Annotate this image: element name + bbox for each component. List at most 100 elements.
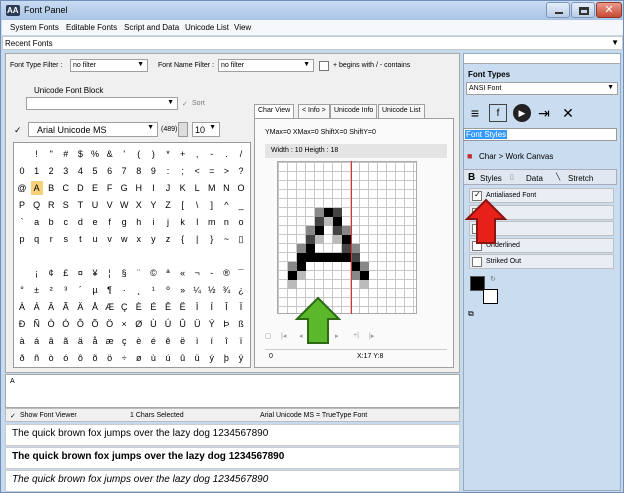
- char-cell[interactable]: §: [118, 266, 130, 280]
- import-icon[interactable]: ⇥: [535, 104, 553, 122]
- font-type-filter-select[interactable]: no filter ▼: [70, 59, 148, 72]
- char-cell[interactable]: U: [89, 198, 101, 212]
- glyph-pixel[interactable]: [297, 262, 306, 271]
- char-cell[interactable]: ù: [147, 351, 159, 365]
- char-cell[interactable]: [16, 147, 28, 161]
- char-cell[interactable]: 4: [74, 164, 86, 178]
- char-cell[interactable]: 1: [31, 164, 43, 178]
- char-cell[interactable]: 0: [16, 164, 28, 178]
- char-cell[interactable]: [89, 249, 101, 263]
- char-cell[interactable]: n: [220, 215, 232, 229]
- char-cell[interactable]: [31, 249, 43, 263]
- char-cell[interactable]: [104, 249, 116, 263]
- char-cell[interactable]: %: [89, 147, 101, 161]
- char-cell[interactable]: ä: [74, 334, 86, 348]
- char-cell[interactable]: [60, 249, 72, 263]
- char-cell[interactable]: /: [235, 147, 247, 161]
- char-cell[interactable]: ×: [118, 317, 130, 331]
- tab-info[interactable]: < Info >: [298, 104, 330, 118]
- char-cell[interactable]: $: [74, 147, 86, 161]
- char-cell[interactable]: t: [74, 232, 86, 246]
- char-cell[interactable]: ú: [162, 351, 174, 365]
- char-cell[interactable]: ;: [177, 164, 189, 178]
- char-to-canvas-button[interactable]: Char > Work Canvas: [479, 152, 553, 161]
- glyph-pixel[interactable]: [315, 208, 324, 217]
- glyph-pixel[interactable]: [342, 226, 351, 235]
- char-cell[interactable]: Þ: [220, 317, 232, 331]
- char-cell[interactable]: y: [147, 232, 159, 246]
- swap-colors-icon[interactable]: ↻: [490, 275, 496, 283]
- tab-stretch[interactable]: Stretch: [568, 174, 593, 183]
- char-cell[interactable]: r: [45, 232, 57, 246]
- unicode-block-select[interactable]: ▼: [26, 97, 178, 110]
- font-styles-field[interactable]: Font Styles: [463, 128, 617, 141]
- glyph-pixel[interactable]: [306, 244, 315, 253]
- glyph-pixel[interactable]: [297, 253, 306, 262]
- char-cell[interactable]: Ø: [133, 317, 145, 331]
- char-cell[interactable]: Z: [162, 198, 174, 212]
- char-cell[interactable]: ê: [162, 334, 174, 348]
- char-cell[interactable]: æ: [104, 334, 116, 348]
- char-cell[interactable]: å: [89, 334, 101, 348]
- char-cell[interactable]: â: [45, 334, 57, 348]
- char-cell[interactable]: Đ: [16, 317, 28, 331]
- glyph-pixel[interactable]: [333, 226, 342, 235]
- char-cell[interactable]: x: [133, 232, 145, 246]
- char-cell[interactable]: Ý: [206, 317, 218, 331]
- char-cell[interactable]: ë: [177, 334, 189, 348]
- glyph-pixel[interactable]: [342, 244, 351, 253]
- glyph-pixel[interactable]: [342, 235, 351, 244]
- char-cell[interactable]: Q: [31, 198, 43, 212]
- tab-data[interactable]: Data: [526, 174, 543, 183]
- menu-script-data[interactable]: Script and Data: [124, 23, 179, 32]
- glyph-pixel[interactable]: [351, 244, 360, 253]
- char-cell[interactable]: ®: [220, 266, 232, 280]
- char-cell[interactable]: ß: [235, 317, 247, 331]
- char-cell[interactable]: ì: [191, 334, 203, 348]
- background-color-swatch[interactable]: [483, 289, 498, 304]
- char-cell[interactable]: à: [16, 334, 28, 348]
- char-cell[interactable]: ±: [31, 283, 43, 297]
- char-cell[interactable]: [220, 249, 232, 263]
- glyph-pixel[interactable]: [351, 262, 360, 271]
- char-cell[interactable]: R: [45, 198, 57, 212]
- char-cell[interactable]: #: [60, 147, 72, 161]
- char-cell[interactable]: Õ: [89, 317, 101, 331]
- char-cell[interactable]: î: [220, 334, 232, 348]
- char-cell[interactable]: ª: [162, 266, 174, 280]
- char-cell[interactable]: &: [104, 147, 116, 161]
- char-cell[interactable]: _: [235, 198, 247, 212]
- char-cell[interactable]: ó: [60, 351, 72, 365]
- char-cell[interactable]: c: [60, 215, 72, 229]
- char-cell[interactable]: Ï: [235, 300, 247, 314]
- char-cell[interactable]: õ: [89, 351, 101, 365]
- char-cell[interactable]: ð: [16, 351, 28, 365]
- char-cell[interactable]: [191, 249, 203, 263]
- char-cell[interactable]: [: [177, 198, 189, 212]
- char-cell[interactable]: ▯: [235, 232, 247, 246]
- char-cell[interactable]: û: [177, 351, 189, 365]
- glyph-pixel[interactable]: [324, 208, 333, 217]
- menu-unicode-list[interactable]: Unicode List: [185, 23, 229, 32]
- tab-unicode-list[interactable]: Unicode List: [378, 104, 425, 118]
- glyph-pixel[interactable]: [288, 262, 297, 271]
- char-cell[interactable]: ò: [45, 351, 57, 365]
- font-name-filter-input[interactable]: no filter ▼: [218, 59, 314, 72]
- font-enabled-check[interactable]: ✓: [14, 125, 22, 136]
- font-file-icon[interactable]: f: [489, 104, 507, 122]
- glyph-pixel[interactable]: [324, 253, 333, 262]
- char-cell[interactable]: Ú: [162, 317, 174, 331]
- char-cell[interactable]: ñ: [31, 351, 43, 365]
- char-cell[interactable]: [147, 249, 159, 263]
- char-cell[interactable]: Ã: [60, 300, 72, 314]
- recent-fonts-dropdown[interactable]: Recent Fonts ▼: [2, 36, 623, 50]
- char-cell[interactable]: ?: [235, 164, 247, 178]
- char-cell[interactable]: ÷: [118, 351, 130, 365]
- char-cell[interactable]: Í: [206, 300, 218, 314]
- striked-out-option[interactable]: Striked Out: [469, 254, 614, 269]
- char-cell[interactable]: J: [162, 181, 174, 195]
- char-cell[interactable]: Û: [177, 317, 189, 331]
- maximize-button[interactable]: [571, 2, 595, 18]
- char-cell[interactable]: G: [118, 181, 130, 195]
- char-cell[interactable]: 5: [89, 164, 101, 178]
